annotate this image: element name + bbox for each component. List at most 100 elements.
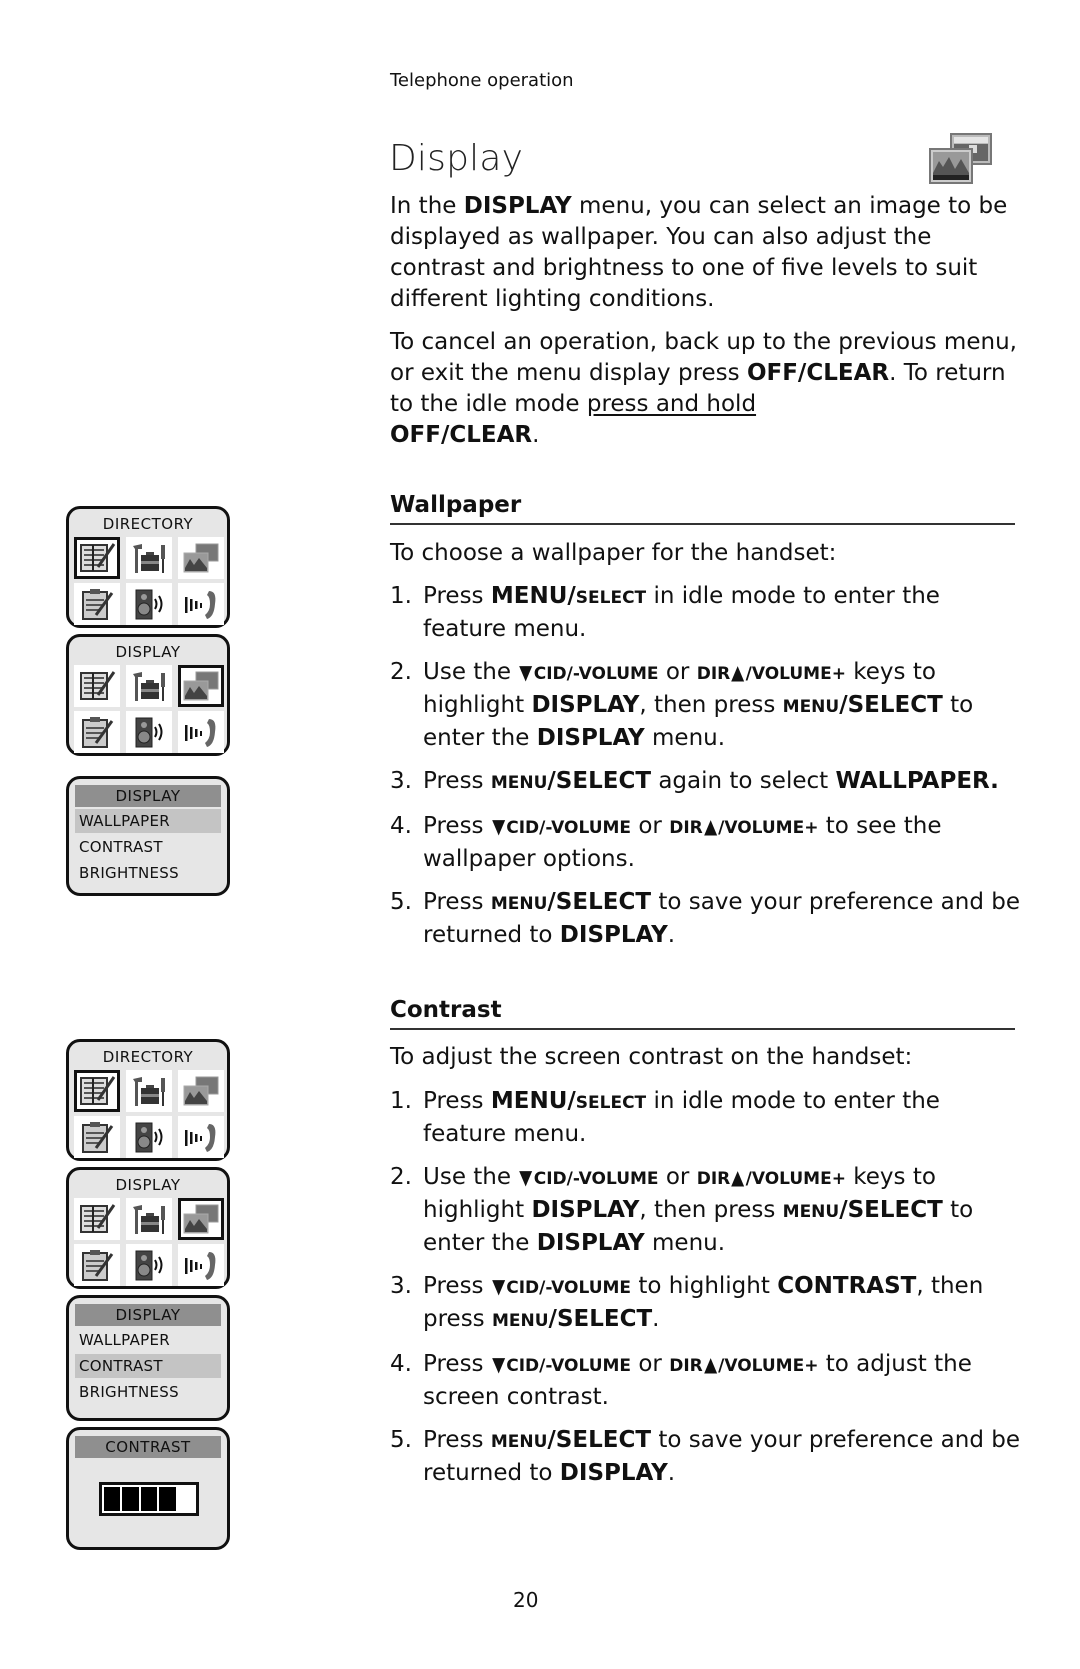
display-pictures-icon <box>183 543 219 573</box>
intercom-handset-icon <box>185 719 216 747</box>
menu-icon-cell <box>74 537 120 579</box>
menu-icon-cell <box>126 1198 172 1240</box>
menu-item-contrast: CONTRAST <box>75 1354 221 1378</box>
key-dir: DIR <box>696 664 731 684</box>
menu-icon-cell <box>126 1244 172 1286</box>
icon-grid <box>74 1070 227 1158</box>
key-cid-volume-down: CID/-VOLUME <box>533 1169 659 1189</box>
page-title: Display <box>389 138 524 179</box>
screen-title: DIRECTORY <box>102 1048 194 1066</box>
memo-clipboard-icon <box>82 1122 114 1153</box>
step: 3. Press MENU/SELECT again to select WALL… <box>390 766 1030 799</box>
menu-icon-cell <box>126 537 172 579</box>
text: Use the <box>423 1164 519 1190</box>
contrast-level-bar <box>99 1482 199 1516</box>
section-label: Telephone operation <box>390 70 574 91</box>
display-pictures-icon <box>183 1076 219 1106</box>
key-menu: MENU <box>490 1432 548 1452</box>
text: menu. <box>644 725 726 751</box>
text: or <box>658 659 697 685</box>
text: , then press <box>639 692 783 718</box>
step: 1. Press MENU/SELECT in idle mode to ente… <box>390 581 1030 645</box>
key-cid-volume-down: CID/-VOLUME <box>506 1278 632 1298</box>
emphasis-press-and-hold: press and hold <box>586 391 757 417</box>
ringer-speaker-icon <box>135 717 163 748</box>
text: or <box>658 1164 697 1190</box>
menu-icon-cell <box>178 1198 224 1240</box>
directory-book-icon <box>80 1204 116 1233</box>
key-cid-volume-down: CID/-VOLUME <box>506 1356 632 1376</box>
key-select: /SELECT <box>839 1197 943 1223</box>
settings-tools-icon <box>133 1077 165 1106</box>
key-menu: MENU <box>782 1202 840 1222</box>
screen-title: DISPLAY <box>75 785 221 807</box>
key-menu: MENU <box>782 697 840 717</box>
screen-display-submenu: DISPLAY WALLPAPER CONTRAST BRIGHTNESS <box>66 776 230 896</box>
display-pictures-icon <box>183 1204 219 1234</box>
contrast-level-segment <box>177 1487 195 1511</box>
text: In the <box>390 193 464 219</box>
screen-display-menu: DISPLAY <box>66 634 230 756</box>
screen-title: DIRECTORY <box>102 515 194 533</box>
ringer-speaker-icon <box>135 589 163 620</box>
memo-clipboard-icon <box>82 717 114 748</box>
step: 4. Press ▼CID/-VOLUME or DIR▲/VOLUME+ to … <box>390 1349 1030 1413</box>
down-arrow-icon: ▼ <box>491 1274 506 1298</box>
down-arrow-icon: ▼ <box>519 660 533 684</box>
screen-title: DISPLAY <box>115 643 181 661</box>
keyword-display: DISPLAY <box>531 1197 640 1223</box>
text: again to select <box>651 768 836 794</box>
memo-clipboard-icon <box>82 589 114 620</box>
directory-book-icon <box>80 671 116 700</box>
step-number: 3. <box>390 1273 412 1299</box>
step-number: 4. <box>390 813 412 839</box>
text: Press <box>423 813 491 839</box>
keyword-display: DISPLAY <box>559 1460 668 1486</box>
text: , then press <box>639 1197 783 1223</box>
key-select: /SELECT <box>547 1427 652 1453</box>
menu-icon-cell <box>178 711 224 753</box>
step-number: 5. <box>390 889 412 915</box>
key-menu: MENU <box>490 773 548 793</box>
key-select: /SELECT <box>839 692 943 718</box>
contrast-heading: Contrast <box>390 997 1015 1030</box>
contrast-level-segment <box>104 1487 121 1511</box>
contrast-level-segment <box>140 1487 158 1511</box>
step: 5. Press MENU/SELECT to save your prefere… <box>390 1425 1030 1489</box>
key-select: SELECT <box>575 1093 647 1113</box>
contrast-intro: To adjust the screen contrast on the han… <box>390 1044 913 1070</box>
key-menu: MENU/ <box>490 1088 576 1114</box>
intercom-handset-icon <box>185 1252 216 1280</box>
up-arrow-icon: ▲ <box>731 660 745 684</box>
screen-title: DISPLAY <box>115 1176 181 1194</box>
keyword-display: DISPLAY <box>559 922 668 948</box>
step: 5. Press MENU/SELECT to save your prefere… <box>390 887 1030 951</box>
key-volume-up: /VOLUME+ <box>718 1356 819 1376</box>
key-dir: DIR <box>696 1169 731 1189</box>
menu-icon-cell <box>74 665 120 707</box>
keyword-wallpaper: WALLPAPER. <box>835 768 999 794</box>
memo-clipboard-icon <box>82 1250 114 1281</box>
contrast-steps: 1. Press MENU/SELECT in idle mode to ente… <box>390 1086 1030 1501</box>
menu-icon-cell <box>74 1244 120 1286</box>
step-number: 4. <box>390 1351 412 1377</box>
text: . <box>667 922 676 948</box>
menu-icon-cell <box>74 1070 120 1112</box>
text: Press <box>423 1351 491 1377</box>
directory-book-icon <box>80 543 116 572</box>
step-number: 5. <box>390 1427 412 1453</box>
step-number: 1. <box>390 583 412 609</box>
screen-directory-menu: DIRECTORY <box>66 1039 230 1161</box>
text: or <box>631 1351 670 1377</box>
keyword-display: DISPLAY <box>536 1230 645 1256</box>
menu-icon-cell <box>126 1070 172 1112</box>
settings-tools-icon <box>133 544 165 573</box>
up-arrow-icon: ▲ <box>703 814 717 838</box>
key-select: /SELECT <box>548 1306 653 1332</box>
down-arrow-icon: ▼ <box>491 814 506 838</box>
key-dir: DIR <box>669 1356 703 1376</box>
key-cid-volume-down: CID/-VOLUME <box>533 664 659 684</box>
key-select: SELECT <box>575 588 647 608</box>
step: 3. Press ▼CID/-VOLUME to highlight CONTRA… <box>390 1271 1030 1337</box>
intro-paragraph-2: To cancel an operation, back up to the p… <box>390 327 1030 451</box>
